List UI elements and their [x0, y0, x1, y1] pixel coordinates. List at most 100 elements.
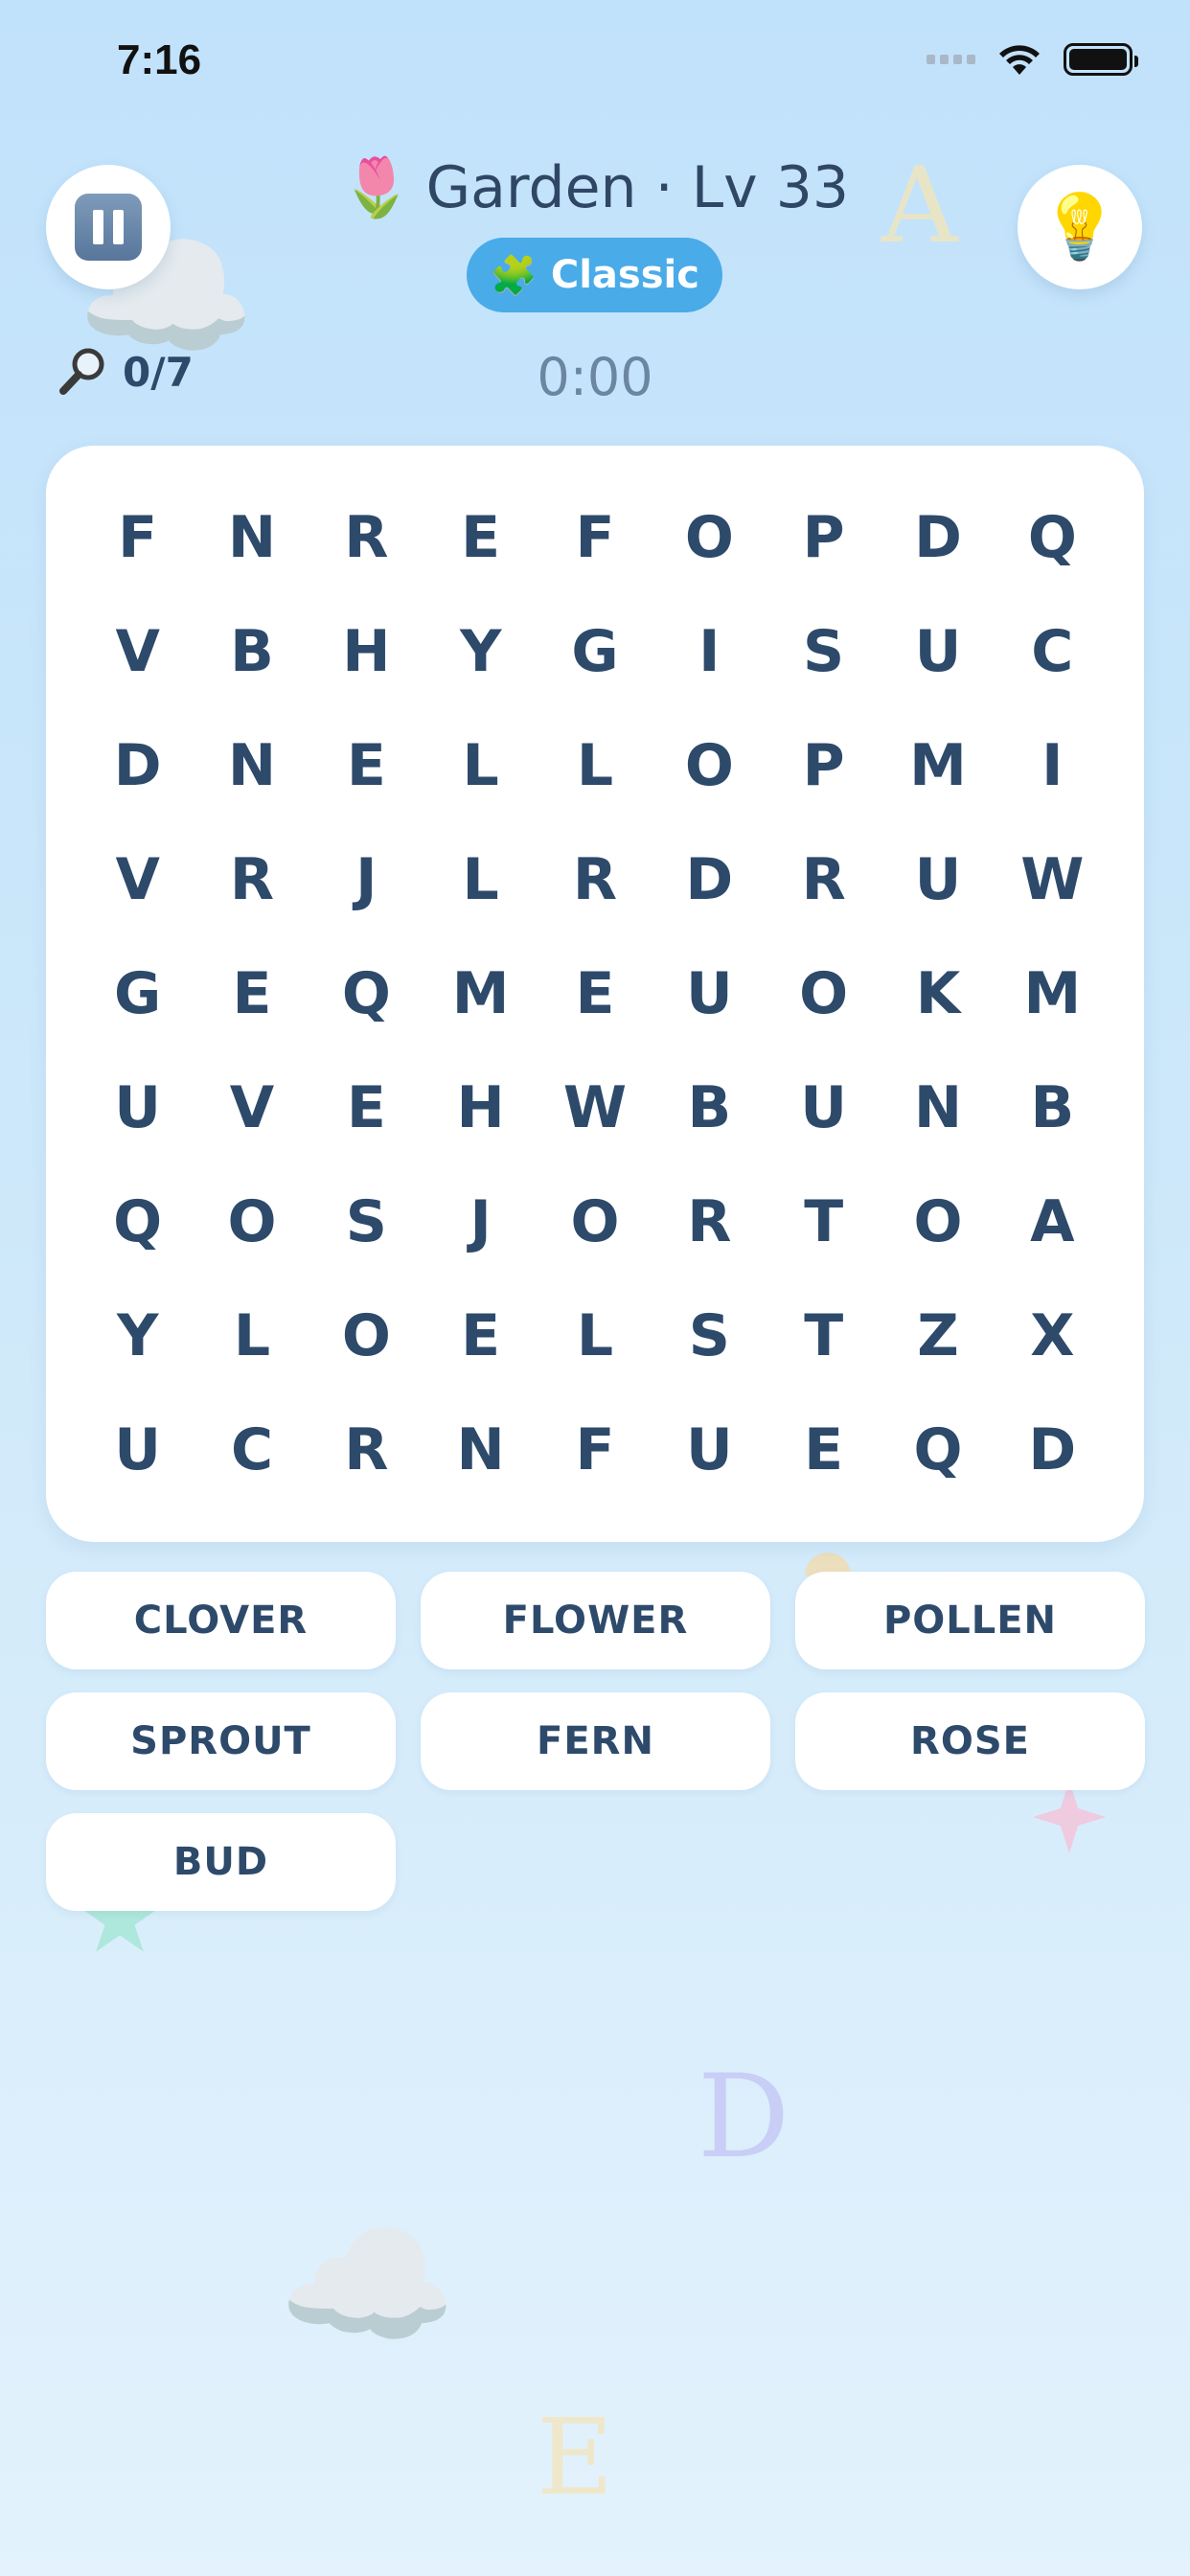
letter-cell[interactable]: O: [652, 480, 767, 594]
mode-badge: 🧩 Classic: [467, 238, 722, 312]
letter-cell[interactable]: V: [80, 594, 195, 708]
letter-cell[interactable]: U: [881, 822, 995, 936]
letter-cell[interactable]: P: [767, 480, 881, 594]
letter-cell[interactable]: Q: [309, 936, 423, 1050]
letter-cell[interactable]: R: [195, 822, 309, 936]
letter-cell[interactable]: L: [538, 1279, 652, 1393]
letter-cell[interactable]: D: [881, 480, 995, 594]
puzzle-icon: 🧩: [490, 253, 538, 298]
letter-cell[interactable]: G: [80, 936, 195, 1050]
letter-cell[interactable]: L: [423, 822, 538, 936]
letter-cell[interactable]: M: [995, 936, 1110, 1050]
letter-cell[interactable]: M: [423, 936, 538, 1050]
letter-cell[interactable]: I: [652, 594, 767, 708]
letter-cell[interactable]: I: [995, 708, 1110, 822]
level-title-text: Garden · Lv 33: [425, 154, 850, 221]
letter-cell[interactable]: R: [309, 480, 423, 594]
letter-cell[interactable]: E: [767, 1393, 881, 1507]
word-chip-fern: FERN: [421, 1692, 770, 1790]
letter-cell[interactable]: V: [80, 822, 195, 936]
letter-cell[interactable]: E: [309, 1051, 423, 1165]
letter-cell[interactable]: H: [423, 1051, 538, 1165]
letter-cell[interactable]: X: [995, 1279, 1110, 1393]
lightbulb-icon: 💡: [1040, 190, 1120, 264]
letter-cell[interactable]: Q: [80, 1165, 195, 1279]
letter-cell[interactable]: Z: [881, 1279, 995, 1393]
letter-cell[interactable]: Q: [881, 1393, 995, 1507]
letter-cell[interactable]: L: [195, 1279, 309, 1393]
letter-cell[interactable]: T: [767, 1279, 881, 1393]
letter-cell[interactable]: J: [309, 822, 423, 936]
letter-cell[interactable]: U: [652, 1393, 767, 1507]
letter-cell[interactable]: D: [652, 822, 767, 936]
letter-cell[interactable]: O: [767, 936, 881, 1050]
letter-cell[interactable]: E: [423, 480, 538, 594]
letter-cell[interactable]: U: [80, 1393, 195, 1507]
letter-cell[interactable]: P: [767, 708, 881, 822]
status-time: 7:16: [117, 36, 202, 83]
wifi-icon: [999, 45, 1040, 75]
hint-button[interactable]: 💡: [1018, 165, 1142, 289]
letter-cell[interactable]: J: [423, 1165, 538, 1279]
letter-cell[interactable]: W: [995, 822, 1110, 936]
letter-cell[interactable]: U: [80, 1051, 195, 1165]
letter-cell[interactable]: S: [767, 594, 881, 708]
letter-cell[interactable]: N: [423, 1393, 538, 1507]
letter-cell[interactable]: R: [309, 1393, 423, 1507]
letter-cell[interactable]: A: [995, 1165, 1110, 1279]
letter-cell[interactable]: S: [309, 1165, 423, 1279]
mode-label: Classic: [550, 253, 699, 297]
letter-cell[interactable]: F: [80, 480, 195, 594]
letter-cell[interactable]: O: [881, 1165, 995, 1279]
tulip-icon: 🌷: [340, 154, 413, 221]
letter-cell[interactable]: C: [195, 1393, 309, 1507]
letter-cell[interactable]: L: [423, 708, 538, 822]
letter-cell[interactable]: S: [652, 1279, 767, 1393]
battery-icon: [1064, 43, 1138, 76]
letter-cell[interactable]: M: [881, 708, 995, 822]
letter-cell[interactable]: D: [80, 708, 195, 822]
letter-cell[interactable]: K: [881, 936, 995, 1050]
letter-cell[interactable]: G: [538, 594, 652, 708]
letter-cell[interactable]: B: [652, 1051, 767, 1165]
letter-cell[interactable]: B: [995, 1051, 1110, 1165]
letter-cell[interactable]: B: [195, 594, 309, 708]
word-chip-pollen: POLLEN: [795, 1572, 1145, 1669]
status-icons: [927, 42, 1138, 77]
letter-cell[interactable]: O: [538, 1165, 652, 1279]
cloud-icon: ☁️: [278, 2202, 457, 2369]
letter-cell[interactable]: U: [652, 936, 767, 1050]
letter-cell[interactable]: R: [767, 822, 881, 936]
letter-cell[interactable]: W: [538, 1051, 652, 1165]
letter-cell[interactable]: E: [309, 708, 423, 822]
letter-cell[interactable]: E: [538, 936, 652, 1050]
letter-cell[interactable]: E: [195, 936, 309, 1050]
letter-cell[interactable]: D: [995, 1393, 1110, 1507]
letter-cell[interactable]: L: [538, 708, 652, 822]
letter-cell[interactable]: Y: [80, 1279, 195, 1393]
letter-cell[interactable]: F: [538, 480, 652, 594]
letter-grid[interactable]: FNREFOPDQVBHYGISUCDNELLOPMIVRJLRDRUWGEQM…: [80, 480, 1110, 1507]
letter-cell[interactable]: U: [881, 594, 995, 708]
letter-cell[interactable]: N: [881, 1051, 995, 1165]
letter-cell[interactable]: C: [995, 594, 1110, 708]
letter-cell[interactable]: O: [195, 1165, 309, 1279]
decor-letter-d: D: [698, 2051, 790, 2184]
letter-cell[interactable]: V: [195, 1051, 309, 1165]
letter-cell[interactable]: T: [767, 1165, 881, 1279]
letter-cell[interactable]: F: [538, 1393, 652, 1507]
word-chip-rose: ROSE: [795, 1692, 1145, 1790]
letter-cell[interactable]: U: [767, 1051, 881, 1165]
word-list: CLOVER FLOWER POLLEN SPROUT FERN ROSE BUD: [46, 1572, 1145, 1911]
letter-cell[interactable]: N: [195, 708, 309, 822]
cellular-signal-icon: [927, 55, 975, 64]
letter-cell[interactable]: O: [309, 1279, 423, 1393]
letter-cell[interactable]: H: [309, 594, 423, 708]
letter-cell[interactable]: E: [423, 1279, 538, 1393]
letter-cell[interactable]: Q: [995, 480, 1110, 594]
letter-cell[interactable]: O: [652, 708, 767, 822]
letter-cell[interactable]: N: [195, 480, 309, 594]
letter-cell[interactable]: R: [538, 822, 652, 936]
letter-cell[interactable]: R: [652, 1165, 767, 1279]
letter-cell[interactable]: Y: [423, 594, 538, 708]
